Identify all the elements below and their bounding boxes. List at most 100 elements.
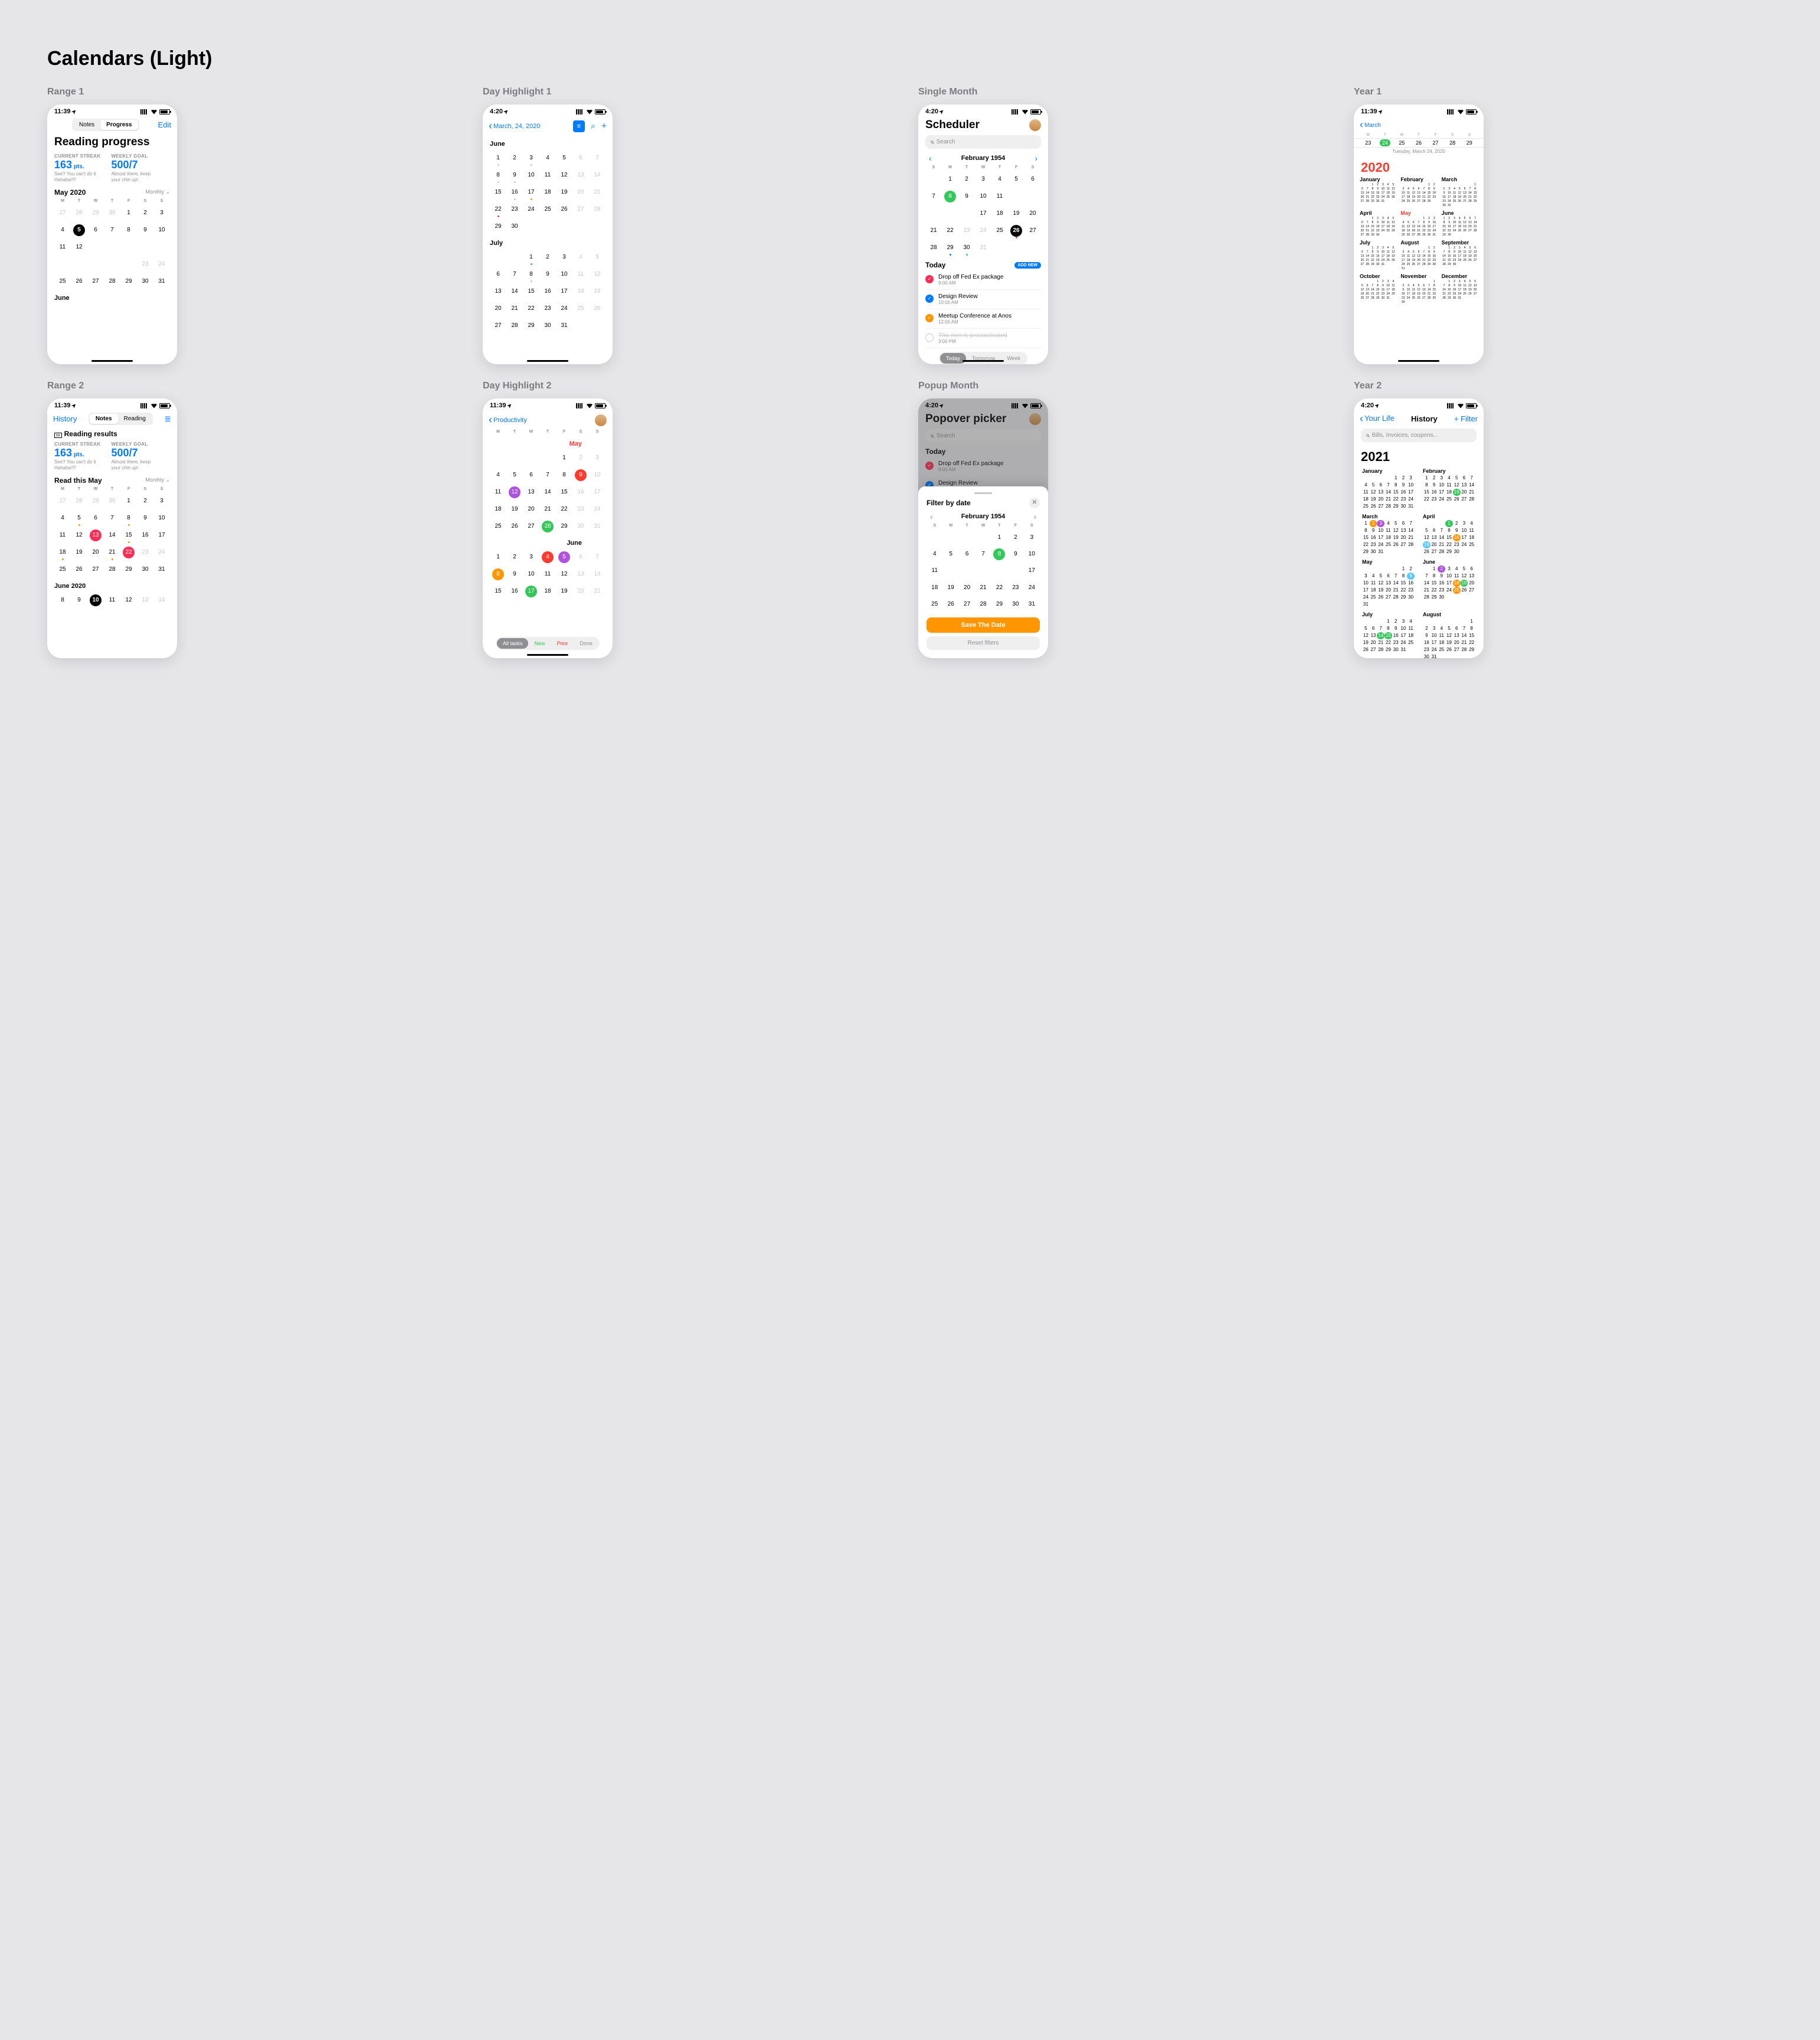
close-button[interactable]: ✕	[1029, 498, 1040, 508]
calendar-day[interactable]: 14	[153, 592, 170, 609]
calendar-day[interactable]: 23	[572, 501, 589, 518]
calendar-day[interactable]: 10	[153, 222, 170, 238]
calendar-day[interactable]: 9	[137, 222, 153, 238]
calendar-day[interactable]: 5	[556, 549, 572, 565]
calendar-day[interactable]: 27	[87, 561, 104, 578]
calendar-day[interactable]: 15	[991, 563, 1007, 579]
calendar-day[interactable]: 4	[54, 510, 71, 527]
calendar-day[interactable]: 9	[71, 592, 87, 609]
calendar-day[interactable]: 21	[589, 583, 605, 600]
calendar-day[interactable]: 15	[556, 484, 572, 501]
calendar-day[interactable]: 27	[54, 493, 71, 509]
calendar-day[interactable]: 26	[71, 561, 87, 578]
calendar-day[interactable]: 21	[589, 184, 605, 201]
calendar-day[interactable]: 11	[539, 566, 556, 583]
calendar-day[interactable]: 20	[959, 580, 975, 596]
calendar-day[interactable]: 21	[539, 501, 556, 518]
calendar-day[interactable]: 16	[137, 527, 153, 544]
calendar-day[interactable]: 15	[942, 205, 958, 222]
calendar-day[interactable]: 19	[556, 184, 572, 201]
calendar-day[interactable]: 11	[490, 484, 506, 501]
calendar-day[interactable]: 18	[572, 283, 589, 300]
calendar-day[interactable]: 23	[506, 201, 523, 218]
calendar-day[interactable]	[927, 529, 942, 545]
calendar-day[interactable]: 28	[71, 205, 87, 221]
calendar-day[interactable]: 13	[572, 566, 589, 583]
calendar-day[interactable]: 22	[120, 544, 137, 561]
calendar-day[interactable]: 29	[556, 518, 572, 535]
next-month-button[interactable]: ›	[1030, 512, 1040, 521]
calendar-day[interactable]: 5	[71, 222, 87, 238]
search-input[interactable]: Bills, Invoices, coupons...	[1361, 429, 1477, 442]
calendar-day[interactable]: 2	[506, 549, 523, 565]
calendar-day[interactable]: 8	[120, 222, 137, 238]
calendar-day[interactable]: 14	[104, 239, 120, 256]
add-new-button[interactable]: ADD NEW	[1014, 262, 1041, 269]
calendar-day[interactable]	[942, 529, 958, 545]
calendar-day[interactable]: 31	[1024, 597, 1040, 613]
calendar-day[interactable]: 10	[975, 188, 991, 205]
calendar-day[interactable]: 28	[104, 273, 120, 290]
calendar-day[interactable]	[572, 318, 589, 334]
calendar-day[interactable]: 27	[523, 518, 539, 535]
reset-filters-button[interactable]: Reset filters	[927, 636, 1040, 650]
calendar-day[interactable]: 28	[975, 597, 991, 613]
calendar-day[interactable]: 17	[523, 184, 539, 201]
calendar-day[interactable]: 25	[54, 273, 71, 290]
calendar-day[interactable]: 27	[572, 201, 589, 218]
calendar-day[interactable]: 14	[539, 484, 556, 501]
calendar-day[interactable]: 12	[71, 527, 87, 544]
search-icon[interactable]: ⌕	[591, 121, 595, 131]
calendar-day[interactable]: 18	[490, 501, 506, 518]
calendar-day[interactable]: 26	[556, 201, 572, 218]
calendar-day[interactable]: 8	[490, 566, 506, 583]
monthly-dropdown[interactable]: Monthly ⌄	[145, 477, 170, 483]
calendar-day[interactable]: 22	[120, 256, 137, 273]
calendar-day[interactable]	[539, 218, 556, 235]
calendar-day[interactable]: 10	[1024, 546, 1040, 562]
calendar-day[interactable]: 15	[120, 239, 137, 256]
calendar-day[interactable]: 19	[71, 256, 87, 273]
calendar-day[interactable]: 10	[87, 592, 104, 609]
calendar-day[interactable]: 1	[490, 549, 506, 565]
calendar-day[interactable]: 31	[153, 561, 170, 578]
calendar-day[interactable]: 4	[927, 546, 942, 562]
calendar-day[interactable]: 13	[87, 239, 104, 256]
calendar-day[interactable]: 3	[1024, 529, 1040, 545]
calendar-day[interactable]: 3	[523, 150, 539, 166]
calendar-day[interactable]: 3	[523, 549, 539, 565]
calendar-day[interactable]	[506, 249, 523, 266]
calendar-day[interactable]	[539, 450, 556, 466]
calendar-day[interactable]: 20	[490, 300, 506, 317]
segmented-task-filter[interactable]: All tasksNewPriorDone	[496, 637, 600, 650]
calendar-day[interactable]: 7	[104, 222, 120, 238]
calendar-day[interactable]: 15	[120, 527, 137, 544]
year-month[interactable]: April12345678910111213141516171819202122…	[1423, 514, 1475, 555]
calendar-day[interactable]: 21	[104, 256, 120, 273]
calendar-day[interactable]: 20	[87, 544, 104, 561]
prev-month-button[interactable]: ‹	[927, 512, 937, 521]
calendar-day[interactable]: 20	[1024, 205, 1041, 222]
year-month[interactable]: June123456789101112131415161718192021222…	[1423, 559, 1475, 608]
calendar-day[interactable]: 1	[120, 493, 137, 509]
calendar-day[interactable]	[506, 450, 523, 466]
calendar-day[interactable]	[523, 218, 539, 235]
segmented-notes-progress[interactable]: NotesProgress	[72, 119, 139, 131]
calendar-day[interactable]: 19	[556, 583, 572, 600]
calendar-day[interactable]: 25	[54, 561, 71, 578]
back-button[interactable]: March	[1360, 119, 1381, 131]
calendar-day[interactable]: 23	[137, 256, 153, 273]
calendar-day[interactable]: 29	[523, 318, 539, 334]
calendar-day[interactable]: 3	[153, 493, 170, 509]
year-month[interactable]: March12345678910111213141516171819202122…	[1362, 514, 1415, 555]
calendar-day[interactable]: 6	[572, 549, 589, 565]
calendar-day[interactable]: 23	[137, 544, 153, 561]
calendar-day[interactable]: 25	[927, 597, 942, 613]
calendar-day[interactable]	[523, 450, 539, 466]
calendar-day[interactable]: 21	[104, 544, 120, 561]
calendar-day[interactable]: 12	[556, 167, 572, 184]
calendar-day[interactable]: 17	[556, 283, 572, 300]
calendar-day[interactable]: 7	[589, 549, 605, 565]
calendar-day[interactable]: 12	[120, 592, 137, 609]
calendar-day[interactable]: 6	[490, 266, 506, 283]
